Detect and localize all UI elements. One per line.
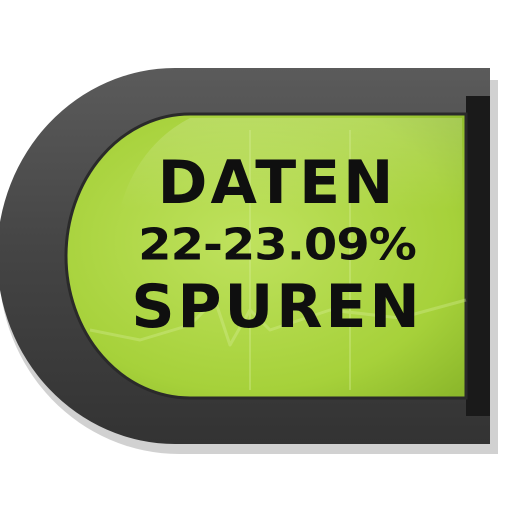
badge-date: 22-23.09% (138, 219, 417, 271)
badge-text-block: DATEN 22-23.09% SPUREN (82, 150, 472, 360)
badge-title: DATEN (157, 148, 397, 218)
badge-subtitle: SPUREN (131, 272, 423, 342)
app-icon[interactable]: DATEN 22-23.09% SPUREN (0, 0, 512, 512)
